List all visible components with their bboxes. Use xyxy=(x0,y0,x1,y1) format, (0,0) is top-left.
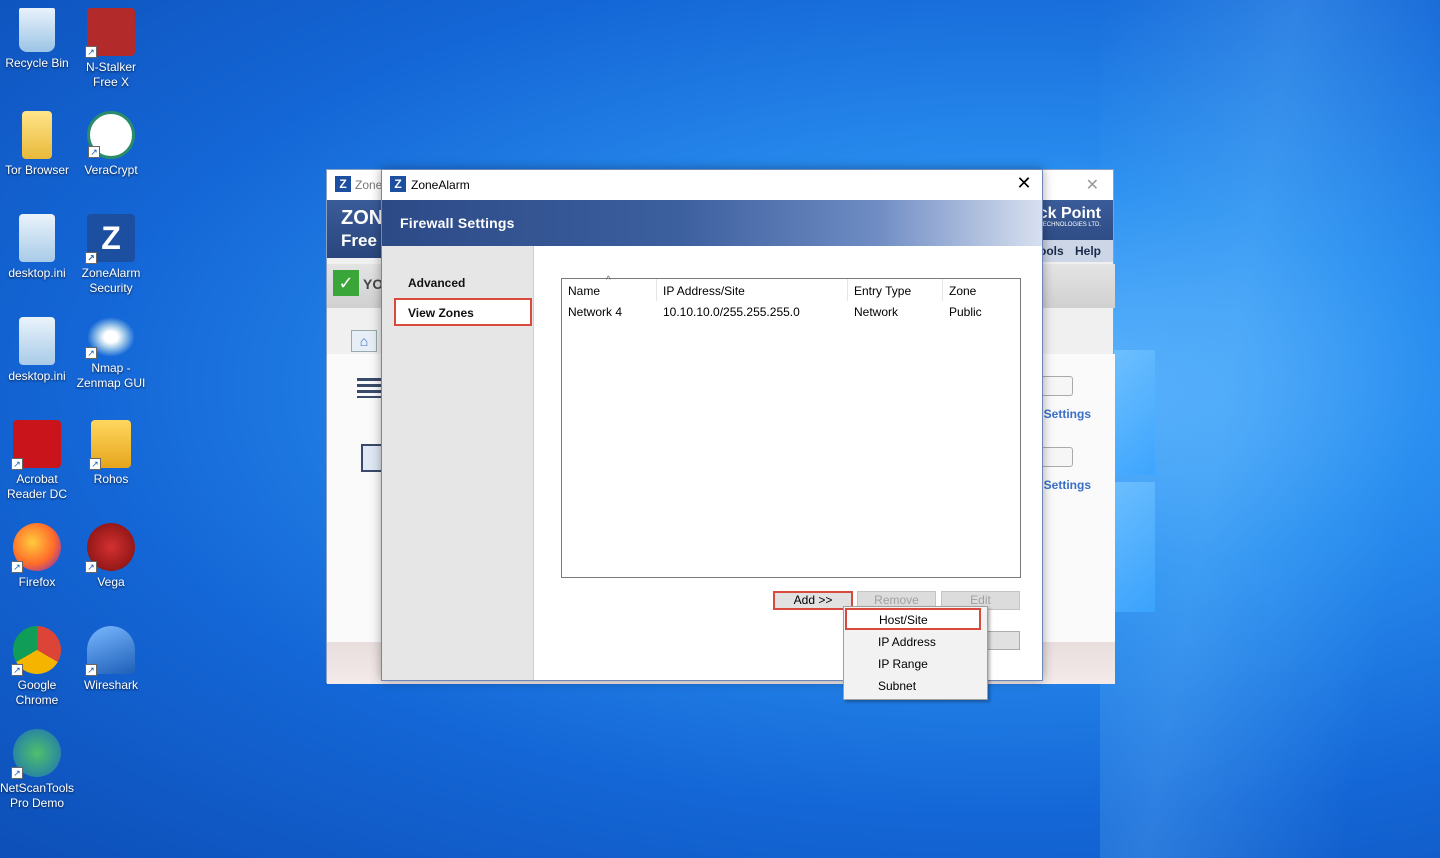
recycle-bin-icon xyxy=(19,8,55,52)
background-close-icon[interactable]: ✕ xyxy=(1086,175,1099,195)
add-button[interactable]: Add >> xyxy=(773,591,853,610)
settings-link-1[interactable]: Settings xyxy=(1044,407,1091,421)
brand-subtext: Free xyxy=(341,231,377,250)
menu-item-host-site[interactable]: Host/Site xyxy=(845,608,981,630)
desktop-icon-vega[interactable]: ↗ Vega xyxy=(74,523,148,590)
menu-help[interactable]: Help xyxy=(1075,244,1101,258)
desktop-icon-acrobat[interactable]: ↗ Acrobat Reader DC xyxy=(0,420,74,502)
settings-nav: Advanced View Zones xyxy=(382,246,534,680)
settings-file-icon xyxy=(19,214,55,262)
dialog-titlebar: Z ZoneAlarm ✕ xyxy=(382,170,1042,200)
vega-icon: ↗ xyxy=(85,523,135,573)
menu-item-subnet[interactable]: Subnet xyxy=(844,675,987,697)
desktop-icon-rohos[interactable]: ↗ Rohos xyxy=(74,420,148,487)
desktop-icon-veracrypt[interactable]: ↗ VeraCrypt xyxy=(74,111,148,178)
column-header-name[interactable]: Name ^ xyxy=(562,275,657,301)
n-stalker-icon: ↗ xyxy=(85,8,135,58)
desktop-icon-wireshark[interactable]: ↗ Wireshark xyxy=(74,626,148,693)
desktop-icon-firefox[interactable]: ↗ Firefox xyxy=(0,523,74,590)
zones-list-header: Name ^ IP Address/Site Entry Type Zone xyxy=(562,275,1020,301)
firewall-brick-icon xyxy=(357,378,383,398)
background-settings-button-2[interactable] xyxy=(1041,447,1073,467)
banner-title: Firewall Settings xyxy=(400,215,515,231)
desktop-icon-chrome[interactable]: ↗ Google Chrome xyxy=(0,626,74,708)
column-label: Name xyxy=(568,284,601,298)
close-icon[interactable]: ✕ xyxy=(1014,173,1034,195)
menu-item-ip-address[interactable]: IP Address xyxy=(844,631,987,653)
netscantools-globe-icon: ↗ xyxy=(11,729,61,779)
folder-icon xyxy=(22,111,52,159)
column-header-zone[interactable]: Zone xyxy=(943,279,1020,301)
zonealarm-icon: Z ↗ xyxy=(85,214,135,264)
nav-item-view-zones[interactable]: View Zones xyxy=(394,298,532,326)
dialog-title: ZoneAlarm xyxy=(411,178,470,192)
settings-link-2[interactable]: Settings xyxy=(1044,478,1091,492)
zonealarm-logo-icon: Z xyxy=(390,176,406,192)
checkpoint-logo: ck Point xyxy=(1038,205,1101,222)
table-row[interactable]: Network 4 10.10.10.0/255.255.255.0 Netwo… xyxy=(562,303,1020,321)
check-icon: ✓ xyxy=(333,270,359,296)
desktop-icon-recycle-bin[interactable]: Recycle Bin xyxy=(0,8,74,71)
firewall-settings-dialog: Z ZoneAlarm ✕ Firewall Settings Advanced… xyxy=(381,169,1043,681)
zonealarm-logo-icon: Z xyxy=(335,176,351,192)
sort-ascending-icon: ^ xyxy=(606,275,611,286)
settings-file-icon xyxy=(19,317,55,365)
background-settings-button-1[interactable] xyxy=(1041,376,1073,396)
checkpoint-subtitle: TECHNOLOGIES LTD. xyxy=(1039,222,1101,228)
acrobat-icon: ↗ xyxy=(11,420,61,470)
desktop-icon-desktop-ini-1[interactable]: desktop.ini xyxy=(0,214,74,281)
firefox-icon: ↗ xyxy=(11,523,61,573)
desktop-icon-tor-browser[interactable]: Tor Browser xyxy=(0,111,74,178)
cell-entry-type: Network xyxy=(854,305,899,319)
background-menu-bar: ools Help xyxy=(1037,240,1113,262)
zones-list[interactable]: Name ^ IP Address/Site Entry Type Zone N… xyxy=(561,275,1021,578)
padlock-icon: ↗ xyxy=(89,420,131,470)
cell-name: Network 4 xyxy=(568,305,623,319)
column-header-entry-type[interactable]: Entry Type xyxy=(848,279,943,301)
dialog-banner: Firewall Settings xyxy=(382,200,1042,246)
veracrypt-icon: ↗ xyxy=(87,111,135,159)
menu-item-ip-range[interactable]: IP Range xyxy=(844,653,987,675)
nmap-eye-icon: ↗ xyxy=(85,317,135,359)
desktop-icon-n-stalker[interactable]: ↗ N-Stalker Free X xyxy=(74,8,148,90)
desktop-icon-netscantools[interactable]: ↗ NetScanTools Pro Demo xyxy=(0,729,74,811)
column-header-ip[interactable]: IP Address/Site xyxy=(657,279,848,301)
background-window-title: Zone xyxy=(355,178,383,192)
desktop-icon-zonealarm[interactable]: Z ↗ ZoneAlarm Security xyxy=(74,214,148,296)
chrome-icon: ↗ xyxy=(11,626,61,676)
desktop-icon-nmap[interactable]: ↗ Nmap - Zenmap GUI xyxy=(74,317,148,391)
wireshark-fin-icon: ↗ xyxy=(85,626,135,676)
home-icon[interactable]: ⌂ xyxy=(351,330,377,352)
cell-zone: Public xyxy=(949,305,982,319)
cell-ip: 10.10.10.0/255.255.255.0 xyxy=(663,305,800,319)
add-dropdown-menu: Host/Site IP Address IP Range Subnet xyxy=(843,606,988,700)
nav-item-advanced[interactable]: Advanced xyxy=(394,270,532,298)
desktop-icon-desktop-ini-2[interactable]: desktop.ini xyxy=(0,317,74,384)
